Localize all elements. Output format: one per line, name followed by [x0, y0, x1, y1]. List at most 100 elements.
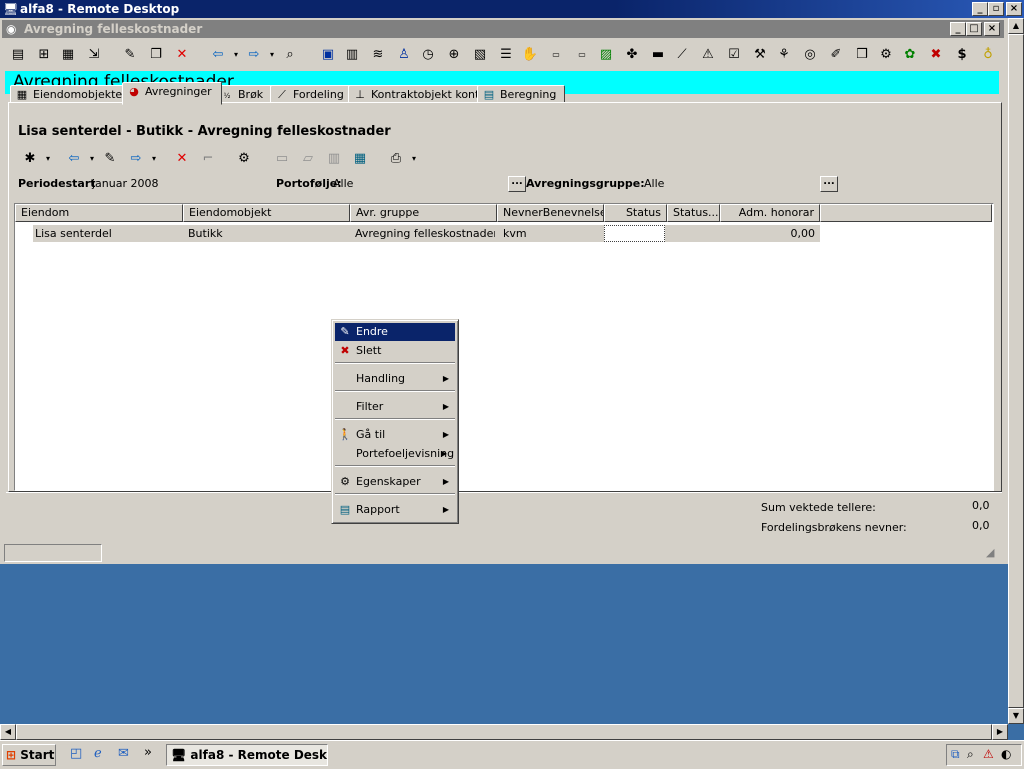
scroll-down-icon[interactable]: ▼: [1008, 708, 1024, 724]
calculator-icon[interactable]: ▦: [350, 149, 370, 169]
column-header-status[interactable]: Status: [604, 204, 667, 222]
properties-icon[interactable]: ⚙: [234, 149, 254, 169]
network-icon[interactable]: ⊕: [444, 45, 464, 65]
form-icon[interactable]: ▧: [470, 45, 490, 65]
security-icon[interactable]: ⚠: [983, 747, 994, 761]
tree-icon[interactable]: ⊞: [34, 45, 54, 65]
cell-avr-gruppe: Avregning felleskostnader: [355, 227, 495, 240]
folder-icon[interactable]: ▣: [318, 45, 338, 65]
notes-icon[interactable]: ❒: [852, 45, 872, 65]
bell-icon[interactable]: ♁: [978, 45, 998, 65]
portefolje-picker-button[interactable]: ...: [508, 176, 526, 192]
clock-icon[interactable]: ◷: [418, 45, 438, 65]
app-restore-button[interactable]: □: [966, 22, 982, 36]
maximize-button[interactable]: ▫: [988, 2, 1004, 16]
scroll-left-icon[interactable]: ◀: [0, 724, 16, 740]
column-header-status-2[interactable]: Status...: [667, 204, 720, 222]
back-dropdown-icon[interactable]: ▾: [226, 45, 246, 65]
show-desktop-icon[interactable]: ◰: [70, 746, 82, 761]
column-header-eiendom[interactable]: Eiendom: [15, 204, 183, 222]
gear-icon[interactable]: ⚙: [876, 45, 896, 65]
export-icon[interactable]: ⇲: [84, 45, 104, 65]
hand-icon[interactable]: ✋: [520, 45, 540, 65]
delete-icon[interactable]: ✕: [172, 149, 192, 169]
forward-dropdown-icon[interactable]: ▾: [144, 149, 164, 169]
scroll-right-icon[interactable]: ▶: [992, 724, 1008, 740]
search-icon[interactable]: ⌕: [967, 747, 974, 762]
taskbar-item-remote-desktop[interactable]: 🖥 alfa8 - Remote Deskt...: [166, 744, 328, 766]
back-dropdown-icon[interactable]: ▾: [82, 149, 102, 169]
image-icon[interactable]: ▨: [596, 45, 616, 65]
resize-grip-icon[interactable]: ◢: [986, 546, 1000, 560]
vertical-scrollbar[interactable]: ▲ ▼: [1008, 18, 1024, 724]
forward-arrow-icon[interactable]: ⇨: [244, 45, 264, 65]
person-icon[interactable]: ♙: [394, 45, 414, 65]
edit-doc-icon[interactable]: ✎: [120, 45, 140, 65]
column-header-nevnerbenevnelse[interactable]: NevnerBenevnelse: [497, 204, 604, 222]
grid-icon[interactable]: ▤: [8, 45, 28, 65]
card-icon[interactable]: ▬: [648, 45, 668, 65]
new-record-icon[interactable]: ✱: [20, 149, 40, 169]
tab-avregninger[interactable]: ◕ Avregninger: [122, 82, 222, 105]
internet-explorer-icon[interactable]: ℯ: [94, 746, 102, 761]
warning-icon[interactable]: ⚠: [698, 45, 718, 65]
stop-icon[interactable]: ✖: [926, 45, 946, 65]
tree-sprite-icon[interactable]: ⚘: [774, 45, 794, 65]
fax-icon[interactable]: ▭: [546, 45, 566, 65]
menu-item-filter[interactable]: Filter ▶: [335, 398, 455, 416]
menu-item-egenskaper[interactable]: ⚙ Egenskaper ▶: [335, 473, 455, 491]
stack-icon[interactable]: ≋: [368, 45, 388, 65]
new-dropdown-icon[interactable]: ▾: [38, 149, 58, 169]
distribution-icon: ⟋: [278, 88, 286, 101]
print-icon[interactable]: ⎙: [386, 149, 406, 169]
pencil-icon[interactable]: ✐: [826, 45, 846, 65]
horizontal-scroll-thumb[interactable]: [16, 724, 992, 740]
menu-item-ga-til[interactable]: 🚶 Gå til ▶: [335, 426, 455, 444]
delete-icon[interactable]: ✕: [172, 45, 192, 65]
app-minimize-button[interactable]: _: [950, 22, 966, 36]
document-icon[interactable]: ▥: [342, 45, 362, 65]
table-icon[interactable]: ▦: [58, 45, 78, 65]
minimize-button[interactable]: _: [972, 2, 988, 16]
horizontal-scrollbar[interactable]: ◀ ▶: [0, 724, 1008, 740]
print-dropdown-icon[interactable]: ▾: [404, 149, 424, 169]
menu-item-portefoeljevisning[interactable]: Portefoeljevisning ▶: [335, 445, 455, 463]
forward-dropdown-icon[interactable]: ▾: [262, 45, 282, 65]
close-button[interactable]: ×: [1006, 2, 1022, 16]
checklist-icon[interactable]: ☑: [724, 45, 744, 65]
volume-icon[interactable]: ◐: [1001, 747, 1011, 761]
chart-line-icon[interactable]: ⟋: [672, 45, 692, 65]
copy-icon[interactable]: ❐: [146, 45, 166, 65]
menu-item-endre[interactable]: ✎ Endre: [335, 323, 455, 341]
column-header-adm-honorar[interactable]: Adm. honorar: [720, 204, 820, 222]
column-header-eiendomobjekt[interactable]: Eiendomobjekt: [183, 204, 350, 222]
menu-item-slett[interactable]: ✖ Slett: [335, 342, 455, 360]
cell-status[interactable]: [604, 225, 665, 242]
dollar-icon[interactable]: $: [952, 45, 972, 65]
tools-icon[interactable]: ⚒: [750, 45, 770, 65]
menu-item-rapport[interactable]: ▤ Rapport ▶: [335, 501, 455, 519]
vertical-scroll-thumb[interactable]: [1008, 34, 1024, 708]
forward-arrow-icon[interactable]: ⇨: [126, 149, 146, 169]
disabled-1-icon: ▭: [275, 151, 289, 166]
outlook-icon[interactable]: ✉: [118, 746, 129, 761]
start-button[interactable]: ⊞ Start: [2, 744, 56, 766]
giro-icon[interactable]: ▭: [572, 45, 592, 65]
column-header-avr-gruppe[interactable]: Avr. gruppe: [350, 204, 497, 222]
puzzle-icon[interactable]: ✤: [622, 45, 642, 65]
binoculars-icon[interactable]: ⌕: [280, 45, 300, 65]
network-icon[interactable]: ⧉: [951, 747, 960, 762]
avregningsgruppe-picker-button[interactable]: ...: [820, 176, 838, 192]
target-icon[interactable]: ◎: [800, 45, 820, 65]
quicklaunch-chevron-icon[interactable]: »: [144, 745, 152, 760]
menu-item-handling[interactable]: Handling ▶: [335, 370, 455, 388]
back-arrow-icon[interactable]: ⇦: [208, 45, 228, 65]
back-arrow-icon[interactable]: ⇦: [64, 149, 84, 169]
edit-record-icon[interactable]: ✎: [100, 149, 120, 169]
cancel-icon[interactable]: ⌐: [198, 149, 218, 169]
stamp-icon: ⊥: [355, 88, 365, 101]
app-close-button[interactable]: ×: [984, 22, 1000, 36]
scroll-up-icon[interactable]: ▲: [1008, 18, 1024, 34]
refresh-icon[interactable]: ✿: [900, 45, 920, 65]
list-icon[interactable]: ☰: [496, 45, 516, 65]
